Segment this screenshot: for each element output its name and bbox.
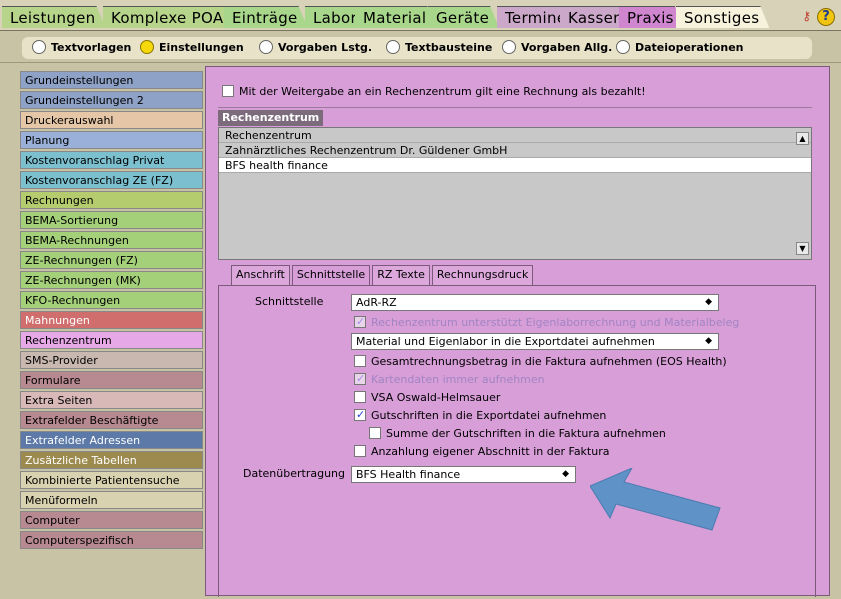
tab-komplexe-poa[interactable]: Komplexe POA [103,6,233,28]
menu-item-ze-rechnungen-mk-[interactable]: ZE-Rechnungen (MK) [20,271,203,289]
datenuebertragung-label: Datenübertragung [243,467,345,480]
tab-schnittstelle[interactable]: Schnittstelle [291,265,371,285]
scroll-up-icon[interactable]: ▲ [796,132,809,145]
scroll-down-icon[interactable]: ▼ [796,242,809,255]
anzahlung-checkbox[interactable] [354,445,366,457]
radio-icon [386,40,400,54]
menu-item-planung[interactable]: Planung [20,131,203,149]
subtab-label: Dateioperationen [635,41,744,54]
vsa-option[interactable]: VSA Oswald-Helmsauer [354,390,500,406]
menu-item-kombinierte-patientensuche[interactable]: Kombinierte Patientensuche [20,471,203,489]
subtab-label: Vorgaben Allg. [521,41,613,54]
radio-icon [259,40,273,54]
paid-option[interactable]: Mit der Weitergabe an ein Rechenzentrum … [222,85,646,98]
detail-tabs: Anschrift Schnittstelle RZ Texte Rechnun… [231,265,535,285]
tab-sonstiges[interactable]: Sonstiges [676,6,769,28]
menu-item-kostenvoranschlag-privat[interactable]: Kostenvoranschlag Privat [20,151,203,169]
tab-geräte[interactable]: Geräte [428,6,499,28]
subtab-dateioperationen[interactable]: Dateioperationen [616,40,744,56]
tab-material[interactable]: Material [355,6,436,28]
gutschriften-option[interactable]: Gutschriften in die Exportdatei aufnehme… [354,407,606,424]
menu-item-rechenzentrum[interactable]: Rechenzentrum [20,331,203,349]
menu-item-grundeinstellungen[interactable]: Grundeinstellungen [20,71,203,89]
gutschriften-checkbox[interactable] [354,407,366,423]
menu-item-bema-sortierung[interactable]: BEMA-Sortierung [20,211,203,229]
tab-anschrift[interactable]: Anschrift [231,265,290,285]
dropdown-icon: ◆ [705,336,712,346]
radio-icon [32,40,46,54]
subtab-textbausteine[interactable]: Textbausteine [386,40,492,56]
tab-rz-texte[interactable]: RZ Texte [372,265,430,285]
subtab-label: Textbausteine [405,41,493,54]
summe-option[interactable]: Summe der Gutschriften in die Faktura au… [369,426,666,442]
section-title: Rechenzentrum [218,110,324,126]
eigenlabor-checkbox [354,314,366,330]
menu-item-rechnungen[interactable]: Rechnungen [20,191,203,209]
menu-item-extrafelder-besch-ftigte[interactable]: Extrafelder Beschäftigte [20,411,203,429]
anzahlung-option[interactable]: Anzahlung eigener Abschnitt in der Faktu… [354,444,609,460]
menu-item-zus-tzliche-tabellen[interactable]: Zusätzliche Tabellen [20,451,203,469]
subtab-textvorlagen[interactable]: Textvorlagen [32,40,131,56]
pointer-arrow-icon [590,468,721,531]
subtab-label: Textvorlagen [51,41,132,54]
karten-option: Kartendaten immer aufnehmen [354,371,545,388]
menu-item-computerspezifisch[interactable]: Computerspezifisch [20,531,203,549]
schnittstelle-label: Schnittstelle [255,295,324,308]
radio-icon [616,40,630,54]
list-item[interactable]: BFS health finance [219,158,811,173]
main-panel: Mit der Weitergabe an ein Rechenzentrum … [205,66,841,597]
dropdown-icon: ◆ [562,469,569,479]
datenuebertragung-select[interactable]: BFS Health finance ◆ [351,466,576,483]
schnittstelle-select[interactable]: AdR-RZ ◆ [351,294,719,311]
menu-item-computer[interactable]: Computer [20,511,203,529]
menu-item-bema-rechnungen[interactable]: BEMA-Rechnungen [20,231,203,249]
dropdown-icon: ◆ [705,297,712,307]
menu-item-druckerauswahl[interactable]: Druckerauswahl [20,111,203,129]
list-item[interactable]: Rechenzentrum [219,128,811,143]
radio-icon [140,40,154,54]
tab-leistungen[interactable]: Leistungen [2,6,105,28]
menu-item-ze-rechnungen-fz-[interactable]: ZE-Rechnungen (FZ) [20,251,203,269]
subtab-label: Vorgaben Lstg. [278,41,373,54]
rechenzentrum-list[interactable]: Rechenzentrum Zahnärztliches Rechenzentr… [218,127,812,260]
menu-item-kfo-rechnungen[interactable]: KFO-Rechnungen [20,291,203,309]
menu-item-sms-provider[interactable]: SMS-Provider [20,351,203,369]
menu-item-formulare[interactable]: Formulare [20,371,203,389]
settings-menu: Grundeinstellungen Grundeinstellungen 2 Dr… [20,71,203,551]
material-select[interactable]: Material und Eigenlabor in die Exportdat… [351,333,719,350]
menu-item-men-formeln[interactable]: Menüformeln [20,491,203,509]
paid-checkbox-label: Mit der Weitergabe an ein Rechenzentrum … [239,85,646,98]
menu-item-grundeinstellungen-2[interactable]: Grundeinstellungen 2 [20,91,203,109]
menu-item-extrafelder-adressen[interactable]: Extrafelder Adressen [20,431,203,449]
help-icon[interactable]: ? [817,8,835,26]
menu-item-mahnungen[interactable]: Mahnungen [20,311,203,329]
menu-item-extra-seiten[interactable]: Extra Seiten [20,391,203,409]
tab-praxis[interactable]: Praxis [619,6,684,28]
paid-checkbox[interactable] [222,85,234,97]
gesamt-option[interactable]: Gesamtrechnungsbetrag in die Faktura auf… [354,354,727,370]
main-tab-bar: Leistungen Komplexe POA Einträge Labor Mater… [0,0,841,31]
karten-checkbox [354,371,366,387]
sub-tab-bar: Textvorlagen Einstellungen Vorgaben Lstg. T… [0,31,841,63]
tab-rechnungsdruck[interactable]: Rechnungsdruck [431,265,534,285]
summe-checkbox[interactable] [369,427,381,439]
eigenlabor-option: Rechenzentrum unterstützt Eigenlaborrech… [354,314,739,331]
gesamt-checkbox[interactable] [354,355,366,367]
subtab-label: Einstellungen [159,41,244,54]
subtab-vorgaben-lstg-[interactable]: Vorgaben Lstg. [259,40,372,56]
schnittstelle-panel: Schnittstelle AdR-RZ◆ Rechenzentrum unte… [218,285,816,597]
tab-einträge[interactable]: Einträge [224,6,308,28]
subtab-einstellungen[interactable]: Einstellungen [140,40,244,56]
radio-icon [502,40,516,54]
key-icon[interactable]: ⚷ [802,9,811,23]
menu-item-kostenvoranschlag-ze-fz-[interactable]: Kostenvoranschlag ZE (FZ) [20,171,203,189]
list-item[interactable]: Zahnärztliches Rechenzentrum Dr. Güldene… [219,143,811,158]
subtab-vorgaben-allg-[interactable]: Vorgaben Allg. [502,40,612,56]
vsa-checkbox[interactable] [354,391,366,403]
